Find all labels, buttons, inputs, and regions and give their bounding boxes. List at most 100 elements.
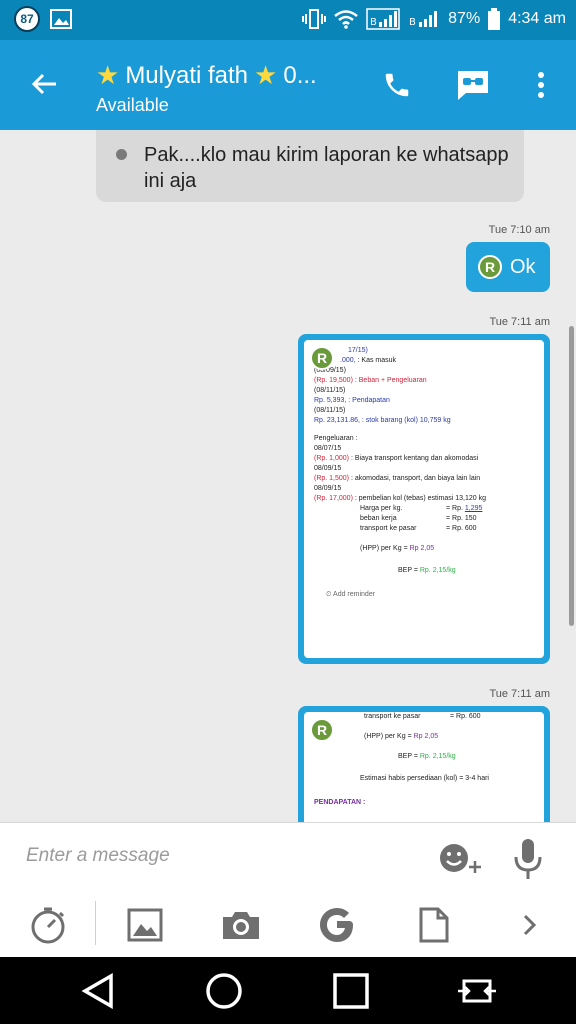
doc-text: (Rp. 1,000) [314, 455, 350, 462]
doc-text: BEP = [398, 753, 420, 760]
nav-recents-button[interactable] [329, 969, 373, 1013]
doc-text: 08/07/15 [314, 445, 342, 452]
star-icon: ★ [96, 60, 120, 90]
gallery-button[interactable] [123, 903, 167, 947]
doc-text: = Rp. 600 [446, 525, 477, 532]
back-button[interactable] [22, 62, 66, 106]
message-input[interactable]: Enter a message [26, 845, 170, 867]
image-attachment[interactable]: 17/15) .000, : Kas masuk (08/09/15) (Rp.… [304, 340, 544, 658]
doc-text: 08/09/15 [314, 485, 342, 492]
sms-mode-button[interactable] [452, 64, 494, 106]
doc-text: (08/09/15) [314, 367, 346, 374]
system-navigation-bar [0, 957, 576, 1024]
scheduled-message-button[interactable] [26, 903, 70, 947]
message-timestamp: Tue 7:11 am [489, 688, 550, 700]
doc-text: (Rp. 19,500) [314, 377, 353, 384]
doc-text: (HPP) per Kg = [360, 545, 410, 552]
doc-text: 08/09/15 [314, 465, 342, 472]
doc-text: : pembelian kol (tebas) estimasi 13,120 … [352, 495, 486, 502]
wifi-icon [334, 10, 358, 29]
nav-home-icon [206, 973, 242, 1009]
image-message-bubble[interactable]: transport ke pasar = Rp. 600 (HPP) per Kg… [298, 706, 550, 822]
more-vert-icon [538, 72, 544, 98]
doc-text: Rp. 23,131.86, [314, 417, 360, 424]
scrollbar[interactable] [569, 326, 574, 626]
toolbar-divider [95, 901, 96, 945]
unread-dot [116, 149, 127, 160]
sender-avatar: R [310, 718, 334, 742]
financial-note-image: 17/15) .000, : Kas masuk (08/09/15) (Rp.… [314, 347, 536, 600]
doc-text: = Rp. 600 [450, 713, 481, 720]
doc-text: beban kerja [360, 515, 397, 522]
sender-avatar: R [310, 346, 334, 370]
emoji-button[interactable] [438, 841, 482, 877]
doc-text: : Kas masuk [355, 357, 397, 364]
doc-text: transport ke pasar [364, 713, 421, 720]
contact-status: Available [96, 95, 169, 115]
star-icon: ★ [254, 60, 278, 90]
voice-input-button[interactable] [510, 837, 546, 881]
camera-button[interactable] [219, 903, 263, 947]
doc-text: transport ke pasar [360, 525, 417, 532]
contact-name: Mulyati fath [125, 61, 249, 89]
doc-text: Rp. 2,15/kg [419, 567, 456, 574]
alarm-icon: ⏲ [326, 591, 332, 598]
doc-text: (Rp. 1,500) [314, 475, 350, 482]
attachment-toolbar [0, 895, 576, 955]
image-attachment[interactable]: transport ke pasar = Rp. 600 (HPP) per Kg… [304, 712, 544, 822]
battery-icon [488, 8, 501, 30]
doc-text: Estimasi habis persediaan (kol) = 3-4 ha… [360, 775, 489, 782]
incoming-message-text: Pak....klo mau kirim laporan ke whatsapp… [144, 144, 509, 192]
gallery-icon [127, 908, 163, 942]
add-reminder-label: Add reminder [333, 591, 376, 598]
clock: 4:34 am [508, 10, 566, 27]
more-tools-button[interactable] [508, 903, 552, 947]
composer: Enter a message [0, 822, 576, 957]
gallery-notification-icon [50, 9, 72, 29]
doc-text: Rp 2,05 [409, 545, 435, 552]
vibrate-icon [302, 9, 327, 29]
microphone-icon [514, 839, 542, 879]
sms-mode-icon [458, 71, 488, 100]
document-icon [419, 907, 449, 943]
google-search-button[interactable] [315, 903, 359, 947]
emoji-add-icon [440, 844, 481, 873]
attach-file-button[interactable] [412, 903, 456, 947]
message-timestamp: Tue 7:10 am [488, 224, 550, 236]
timer-icon [31, 907, 65, 944]
svg-text:B: B [370, 17, 377, 28]
doc-text: Pengeluaran : [314, 435, 358, 442]
call-button[interactable] [376, 64, 418, 106]
nav-back-button[interactable] [76, 969, 120, 1013]
doc-text: Rp. 5,393, [314, 397, 347, 404]
message-list[interactable]: Pak....klo mau kirim laporan ke whatsapp… [0, 130, 576, 822]
chevron-right-icon [523, 914, 537, 936]
doc-text: : Biaya transport kentang dan akomodasi [349, 455, 479, 462]
phone-icon [385, 73, 409, 97]
doc-text: : akomodasi, transport, dan biaya lain l… [349, 475, 481, 482]
conversation-header: ★ Mulyati fath ★ 0... Available [0, 40, 576, 130]
contact-info[interactable]: ★ Mulyati fath ★ 0... Available [96, 60, 317, 116]
incoming-message-bubble[interactable]: Pak....klo mau kirim laporan ke whatsapp… [96, 130, 524, 202]
more-options-button[interactable] [520, 64, 562, 106]
doc-text: = Rp. 150 [446, 515, 477, 522]
doc-text: : stok barang (kol) 10,759 kg [359, 417, 451, 424]
doc-text: Rp. 2,15/kg [419, 753, 456, 760]
signal-sim2-icon: B [409, 11, 438, 28]
nav-home-button[interactable] [202, 969, 246, 1013]
svg-text:B: B [409, 17, 416, 28]
financial-note-image: transport ke pasar = Rp. 600 (HPP) per Kg… [314, 712, 536, 808]
nav-back-icon [81, 973, 113, 1009]
image-message-bubble[interactable]: 17/15) .000, : Kas masuk (08/09/15) (Rp.… [298, 334, 550, 664]
doc-text: : Beban + Pengeluaran [352, 377, 427, 384]
doc-text: (HPP) per Kg = [364, 733, 414, 740]
doc-text: (Rp. 17,000) [314, 495, 353, 502]
status-bar: 87 B B 87% 4:34 am [0, 0, 576, 40]
nav-switch-app-button[interactable] [455, 969, 499, 1013]
outgoing-message-text: Ok [510, 255, 536, 278]
outgoing-message-bubble[interactable]: R Ok [466, 242, 550, 292]
google-icon [320, 908, 353, 942]
battery-percent: 87% [448, 10, 481, 27]
doc-text: (08/11/15) [314, 407, 346, 414]
contact-title: ★ Mulyati fath ★ 0... [96, 60, 317, 91]
